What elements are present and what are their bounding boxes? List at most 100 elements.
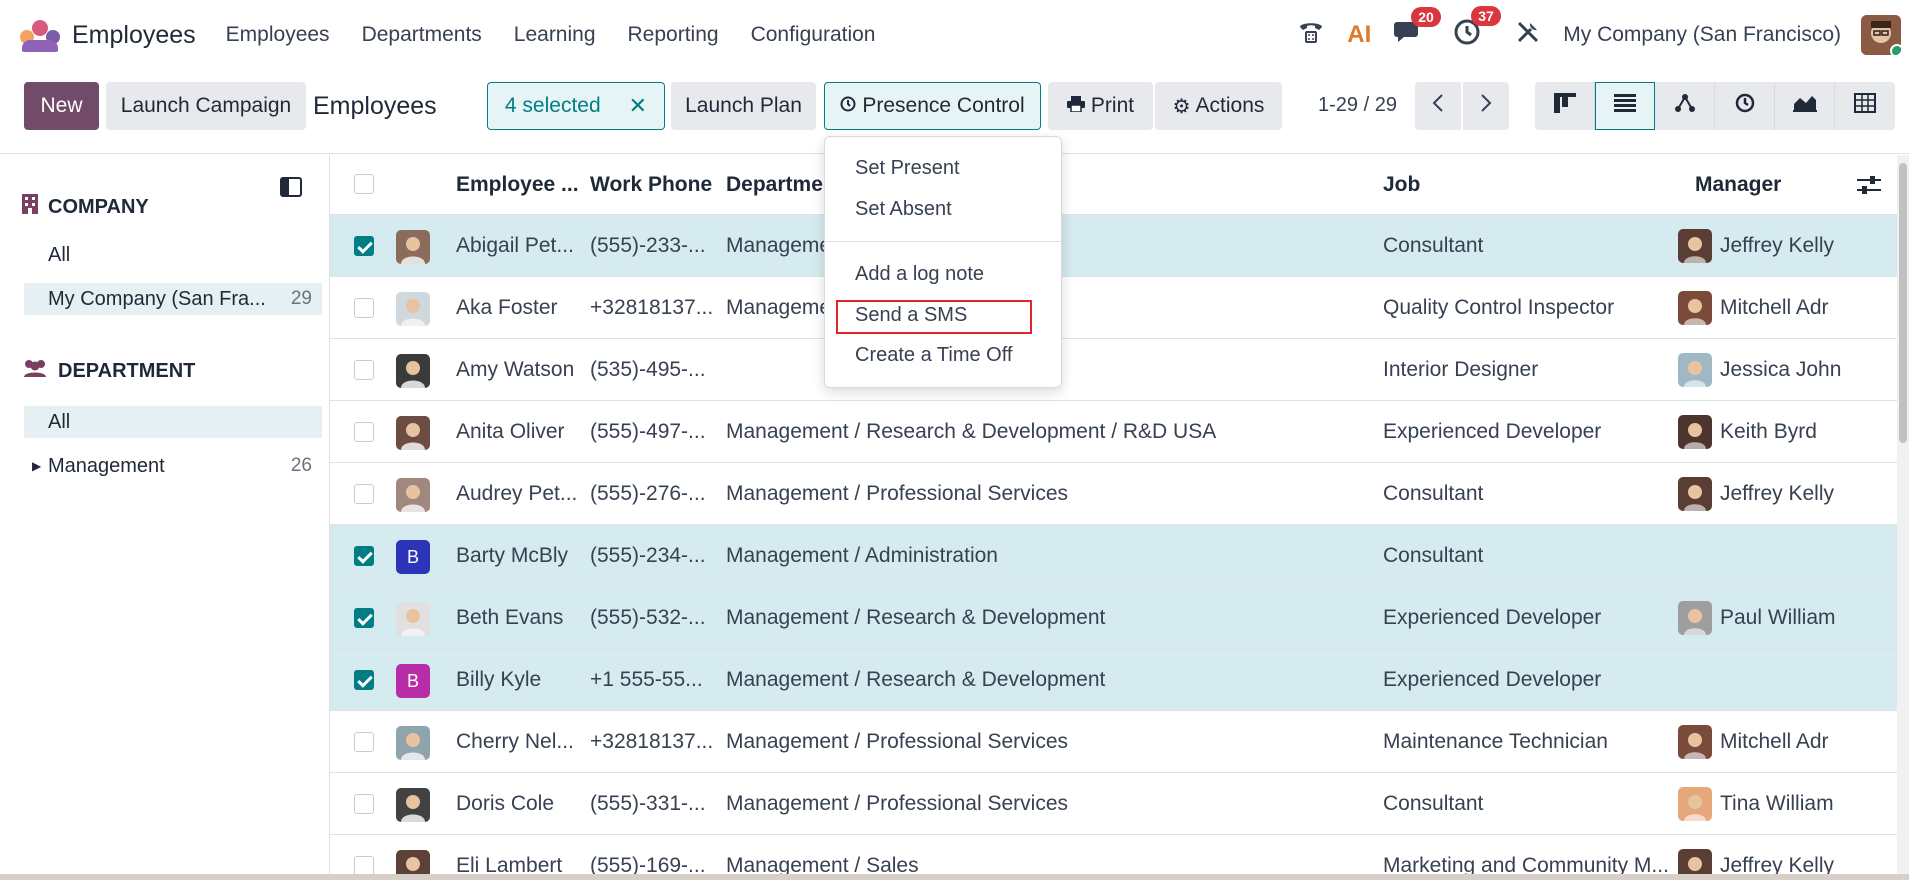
table-row[interactable]: Aka Foster +32818137... Manageme Quality Co… xyxy=(330,277,1897,339)
employees-app-icon xyxy=(20,18,60,52)
work-phone: (535)-495-... xyxy=(590,357,706,381)
caret-right-icon[interactable]: ▶ xyxy=(32,459,41,473)
row-checkbox[interactable] xyxy=(354,608,374,628)
work-phone: +1 555-55... xyxy=(590,667,703,691)
job-title: Quality Control Inspector xyxy=(1383,295,1615,319)
view-pivot-button[interactable] xyxy=(1835,82,1895,130)
select-all-checkbox[interactable] xyxy=(354,174,374,194)
launch-plan-button[interactable]: Launch Plan xyxy=(671,82,816,130)
manager-name: Mitchell Adr xyxy=(1720,295,1829,319)
row-checkbox[interactable] xyxy=(354,422,374,442)
menu-departments[interactable]: Departments xyxy=(362,23,482,47)
employee-avatar xyxy=(396,788,430,822)
manager[interactable]: Tina William xyxy=(1678,773,1848,834)
employee-name: Beth Evans xyxy=(456,605,564,629)
table-row[interactable]: Amy Watson (535)-495-... Interior Designer… xyxy=(330,339,1897,401)
scrollbar-thumb[interactable] xyxy=(1899,163,1907,443)
view-graph-button[interactable] xyxy=(1775,82,1835,130)
row-checkbox[interactable] xyxy=(354,360,374,380)
manager[interactable]: Jessica John xyxy=(1678,339,1848,400)
building-icon xyxy=(22,194,38,220)
clock-small-icon xyxy=(840,94,856,118)
menu-add-log-note[interactable]: Add a log note xyxy=(855,263,984,286)
actions-label: Actions xyxy=(1195,94,1265,117)
header-work-phone[interactable]: Work Phone xyxy=(590,155,718,214)
menu-create-time-off[interactable]: Create a Time Off xyxy=(855,344,1012,367)
new-button[interactable]: New xyxy=(24,82,99,130)
table-row[interactable]: Cherry Nel... +32818137... Management / Pr… xyxy=(330,711,1897,773)
job-title: Experienced Developer xyxy=(1383,419,1602,443)
app-brand[interactable]: Employees xyxy=(20,18,196,52)
menu-configuration[interactable]: Configuration xyxy=(751,23,876,47)
employee-name: Cherry Nel... xyxy=(456,729,574,753)
employee-list: Employee ... Work Phone Departmen Job Ma… xyxy=(330,155,1897,880)
manager-name: Jessica John xyxy=(1720,357,1842,381)
selection-indicator[interactable]: 4 selected ✕ xyxy=(487,82,665,130)
header-job[interactable]: Job xyxy=(1383,155,1583,214)
clock-icon[interactable]: 37 xyxy=(1453,6,1501,52)
manager-name: Paul William xyxy=(1720,605,1836,629)
row-checkbox[interactable] xyxy=(354,670,374,690)
view-list-button[interactable] xyxy=(1595,82,1655,130)
sidebar-company-all[interactable]: All xyxy=(24,239,322,271)
menu-send-sms[interactable]: Send a SMS xyxy=(855,304,967,327)
menu-reporting[interactable]: Reporting xyxy=(628,23,719,47)
menu-set-present[interactable]: Set Present xyxy=(855,157,960,180)
sidebar-company-my-company[interactable]: My Company (San Fra... 29 xyxy=(24,283,322,315)
manager[interactable]: Mitchell Adr xyxy=(1678,277,1848,338)
row-checkbox[interactable] xyxy=(354,236,374,256)
presence-control-button[interactable]: Presence Control xyxy=(824,82,1041,130)
employee-name: Anita Oliver xyxy=(456,419,565,443)
sidebar-department-all[interactable]: All xyxy=(24,406,322,438)
row-checkbox[interactable] xyxy=(354,298,374,318)
actions-button[interactable]: ⚙ Actions xyxy=(1155,82,1282,130)
manager[interactable]: Jeffrey Kelly xyxy=(1678,463,1848,524)
view-activity-button[interactable] xyxy=(1715,82,1775,130)
chat-icon[interactable]: 20 xyxy=(1393,7,1441,51)
row-checkbox[interactable] xyxy=(354,856,374,876)
row-checkbox[interactable] xyxy=(354,732,374,752)
menu-learning[interactable]: Learning xyxy=(514,23,596,47)
ai-icon[interactable]: AI xyxy=(1347,21,1371,49)
table-row[interactable]: B Barty McBly (555)-234-... Management / Ad… xyxy=(330,525,1897,587)
view-kanban-button[interactable] xyxy=(1535,82,1595,130)
graph-icon xyxy=(1792,94,1817,118)
row-checkbox[interactable] xyxy=(354,794,374,814)
pager-previous-button[interactable] xyxy=(1415,82,1461,130)
table-row[interactable]: B Billy Kyle +1 555-55... Management / Rese… xyxy=(330,649,1897,711)
menu-set-absent[interactable]: Set Absent xyxy=(855,198,952,221)
optional-columns-icon[interactable] xyxy=(1857,175,1881,201)
menu-employees[interactable]: Employees xyxy=(226,23,330,47)
print-button[interactable]: Print xyxy=(1048,82,1153,130)
manager[interactable]: Paul William xyxy=(1678,587,1848,648)
table-row[interactable]: Abigail Pet... (555)-233-... Manageme Consu… xyxy=(330,215,1897,277)
header-manager[interactable]: Manager xyxy=(1695,155,1845,214)
header-employee-name[interactable]: Employee ... xyxy=(456,155,582,214)
view-hierarchy-button[interactable] xyxy=(1655,82,1715,130)
manager[interactable]: Mitchell Adr xyxy=(1678,711,1848,772)
table-row[interactable]: Anita Oliver (555)-497-... Management / Re… xyxy=(330,401,1897,463)
phone-icon[interactable] xyxy=(1297,19,1325,51)
employee-name: Audrey Pet... xyxy=(456,481,578,505)
row-checkbox[interactable] xyxy=(354,546,374,566)
table-row[interactable]: Beth Evans (555)-532-... Management / Rese… xyxy=(330,587,1897,649)
pager-next-button[interactable] xyxy=(1463,82,1509,130)
table-row[interactable]: Audrey Pet... (555)-276-... Management / P… xyxy=(330,463,1897,525)
sidebar-department-management[interactable]: ▶ Management 26 xyxy=(24,450,322,482)
table-row[interactable]: Doris Cole (555)-331-... Management / Prof… xyxy=(330,773,1897,835)
clear-selection-icon[interactable]: ✕ xyxy=(629,93,647,119)
manager[interactable]: Jeffrey Kelly xyxy=(1678,215,1848,276)
vertical-scrollbar[interactable] xyxy=(1897,155,1909,880)
job-title: Consultant xyxy=(1383,791,1484,815)
user-avatar[interactable] xyxy=(1861,15,1901,55)
toggle-sidebar-icon[interactable] xyxy=(280,177,302,203)
dropdown-divider xyxy=(825,241,1061,242)
tools-icon[interactable] xyxy=(1515,19,1541,51)
launch-campaign-button[interactable]: Launch Campaign xyxy=(106,82,306,130)
pager-value[interactable]: 1-29 / 29 xyxy=(1318,94,1397,117)
row-checkbox[interactable] xyxy=(354,484,374,504)
header-department[interactable]: Departmen xyxy=(726,155,836,214)
company-switcher[interactable]: My Company (San Francisco) xyxy=(1563,23,1841,47)
manager-name: Tina William xyxy=(1720,791,1834,815)
manager[interactable]: Keith Byrd xyxy=(1678,401,1848,462)
